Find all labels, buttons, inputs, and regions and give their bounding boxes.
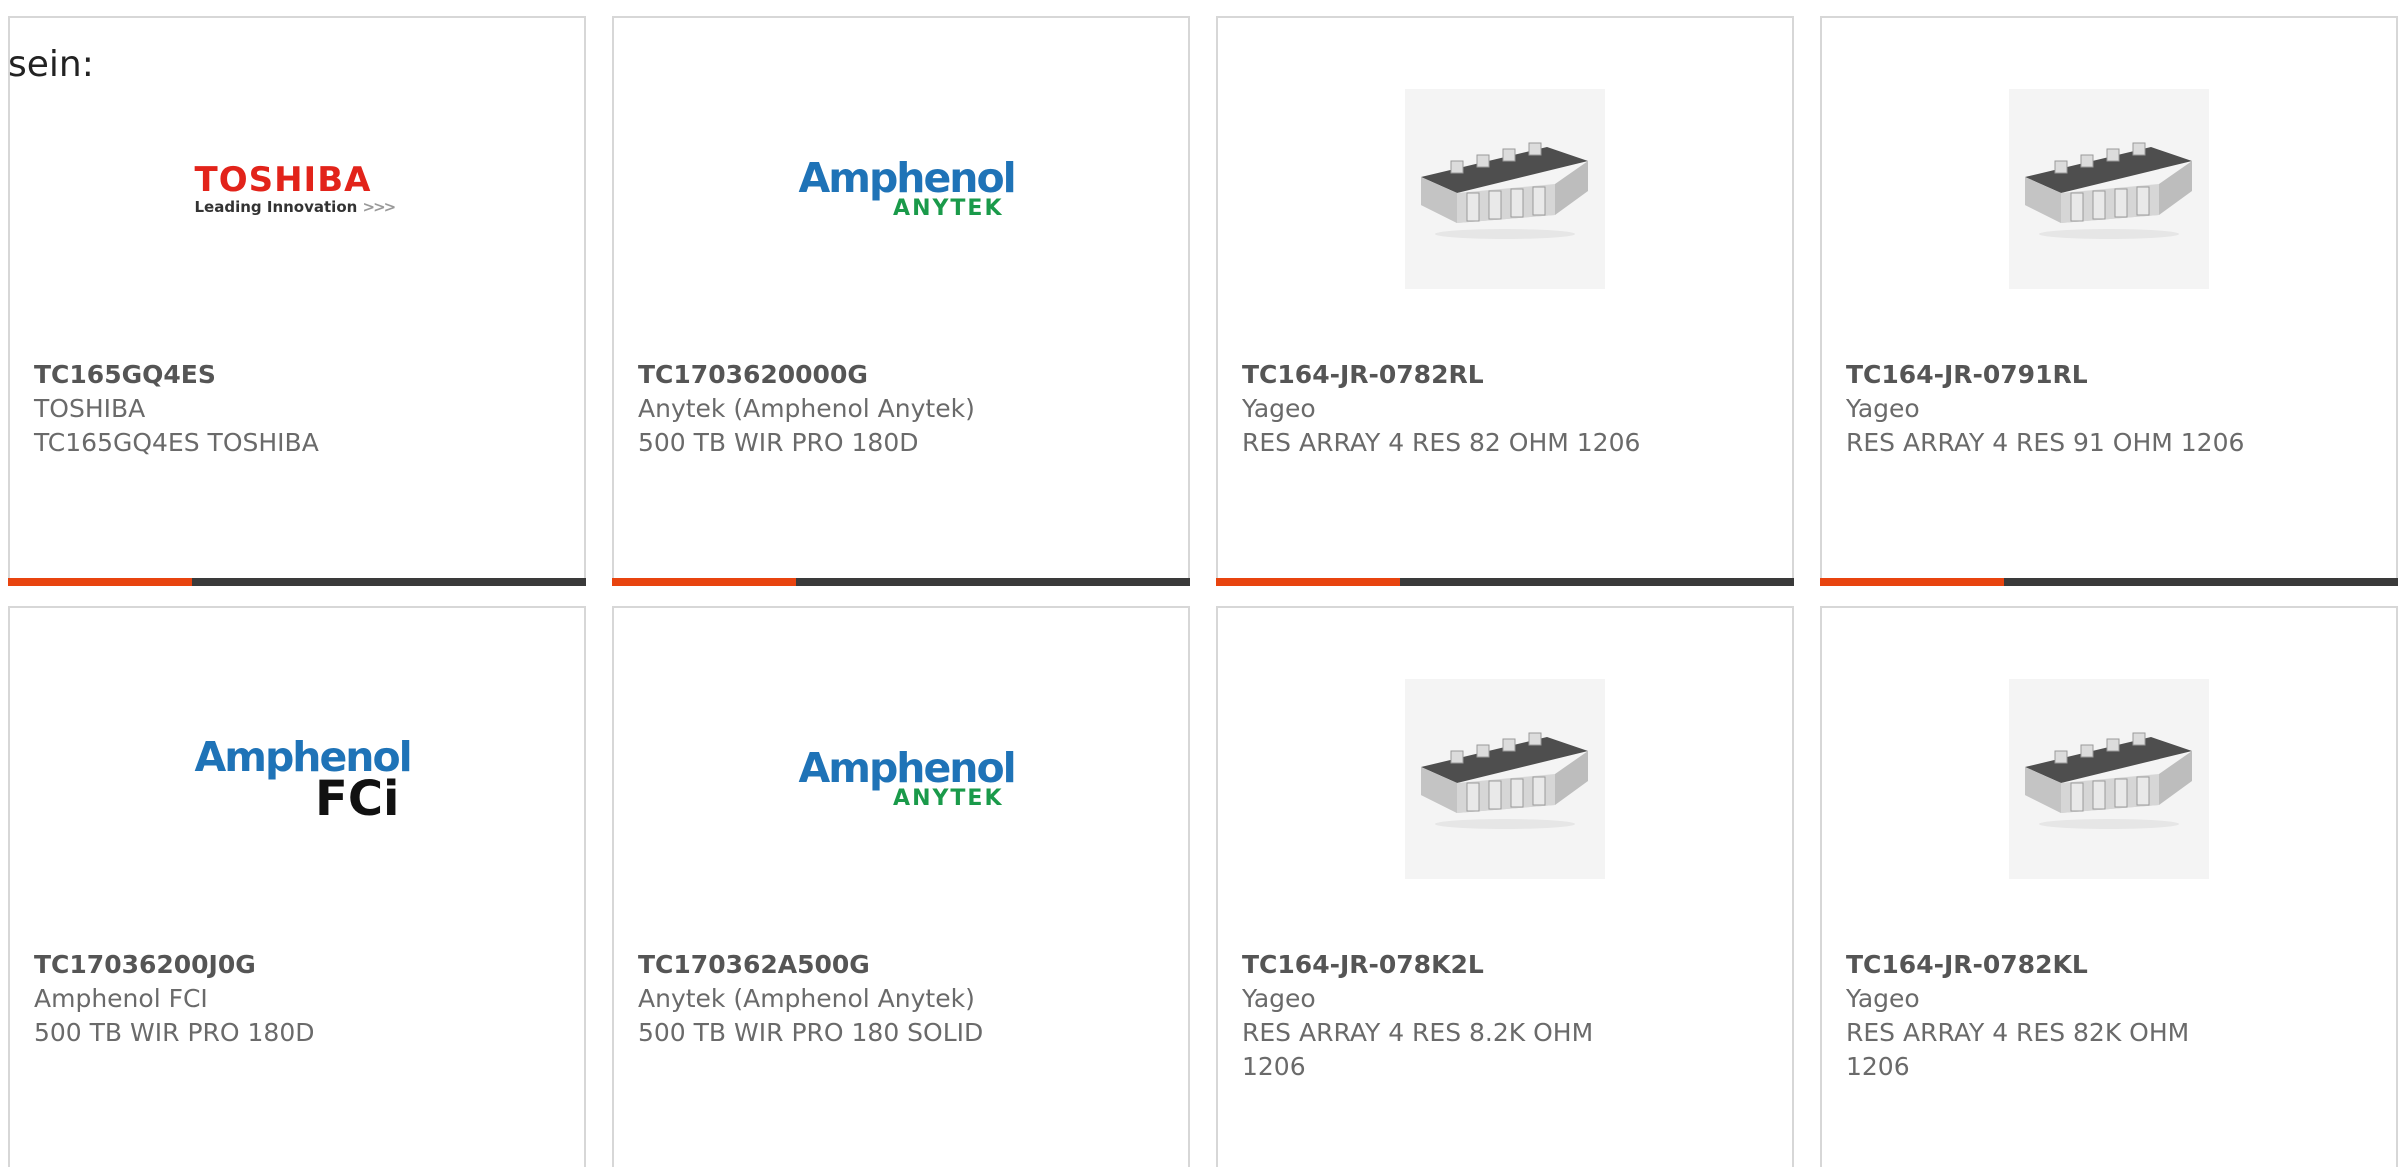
- product-image: [1218, 676, 1792, 882]
- product-card[interactable]: TC164-JR-078K2L Yageo RES ARRAY 4 RES 8.…: [1216, 606, 1794, 1167]
- product-description: RES ARRAY 4 RES 91 OHM 1206: [1846, 428, 2245, 457]
- product-image: [1822, 676, 2396, 882]
- product-description: TC165GQ4ES TOSHIBA: [34, 428, 319, 457]
- card-accent-bar: [1216, 578, 1400, 586]
- part-number[interactable]: TC164-JR-0791RL: [1846, 358, 2372, 392]
- product-description: 500 TB WIR PRO 180D: [638, 428, 919, 457]
- card-bottom-bar: [612, 578, 1190, 586]
- manufacturer-name: Amphenol FCI: [34, 984, 208, 1013]
- search-results-page: sein: TOSHIBA Leading Innovation >>> TC1…: [0, 0, 2400, 1167]
- part-number[interactable]: TC1703620000G: [638, 358, 1164, 392]
- card-bottom-bar: [8, 578, 586, 586]
- manufacturer-name: Yageo: [1846, 984, 1920, 1013]
- resistor-array-icon: [2009, 679, 2209, 879]
- product-info: TC17036200J0G Amphenol FCI 500 TB WIR PR…: [34, 948, 560, 1050]
- product-info: TC164-JR-078K2L Yageo RES ARRAY 4 RES 8.…: [1242, 948, 1768, 1084]
- toshiba-logo-icon: TOSHIBA Leading Innovation >>>: [195, 162, 400, 216]
- manufacturer-logo: Amphenol FCi: [10, 676, 584, 882]
- intro-text: sein:: [8, 44, 94, 85]
- product-card[interactable]: Amphenol ANYTEK TC1703620000G Anytek (Am…: [612, 16, 1190, 586]
- logo-tagline-text: Leading Innovation: [194, 198, 358, 216]
- card-accent-bar: [612, 578, 796, 586]
- part-number[interactable]: TC170362A500G: [638, 948, 1164, 982]
- amphenol-anytek-logo-icon: Amphenol ANYTEK: [798, 154, 1017, 220]
- logo-brand-text: TOSHIBA: [194, 160, 372, 200]
- card-bottom-bar: [1216, 578, 1794, 586]
- card-accent-bar: [1820, 578, 2004, 586]
- logo-brand-text: Amphenol: [798, 154, 1017, 202]
- product-image: [1822, 86, 2396, 292]
- product-image: [1218, 86, 1792, 292]
- product-card[interactable]: Amphenol FCi TC17036200J0G Amphenol FCI …: [8, 606, 586, 1167]
- manufacturer-name: Anytek (Amphenol Anytek): [638, 984, 975, 1013]
- manufacturer-name: Yageo: [1846, 394, 1920, 423]
- product-description: RES ARRAY 4 RES 8.2K OHM 1206: [1242, 1018, 1594, 1081]
- product-description: 500 TB WIR PRO 180D: [34, 1018, 315, 1047]
- manufacturer-name: Yageo: [1242, 394, 1316, 423]
- product-description: 500 TB WIR PRO 180 SOLID: [638, 1018, 984, 1047]
- logo-tagline: Leading Innovation >>>: [195, 198, 400, 216]
- product-info: TC164-JR-0791RL Yageo RES ARRAY 4 RES 91…: [1846, 358, 2372, 460]
- manufacturer-name: TOSHIBA: [34, 394, 146, 423]
- product-card[interactable]: TC164-JR-0782RL Yageo RES ARRAY 4 RES 82…: [1216, 16, 1794, 586]
- part-number[interactable]: TC164-JR-078K2L: [1242, 948, 1768, 982]
- part-number[interactable]: TC164-JR-0782RL: [1242, 358, 1768, 392]
- manufacturer-name: Anytek (Amphenol Anytek): [638, 394, 975, 423]
- manufacturer-logo: TOSHIBA Leading Innovation >>>: [10, 86, 584, 292]
- product-card[interactable]: Amphenol ANYTEK TC170362A500G Anytek (Am…: [612, 606, 1190, 1167]
- product-info: TC170362A500G Anytek (Amphenol Anytek) 5…: [638, 948, 1164, 1050]
- part-number[interactable]: TC164-JR-0782KL: [1846, 948, 2372, 982]
- part-number[interactable]: TC17036200J0G: [34, 948, 560, 982]
- resistor-array-icon: [1405, 679, 1605, 879]
- resistor-array-icon: [2009, 89, 2209, 289]
- product-grid: TOSHIBA Leading Innovation >>> TC165GQ4E…: [8, 16, 2398, 1167]
- manufacturer-logo: Amphenol ANYTEK: [614, 86, 1188, 292]
- card-accent-bar: [8, 578, 192, 586]
- part-number[interactable]: TC165GQ4ES: [34, 358, 560, 392]
- product-info: TC1703620000G Anytek (Amphenol Anytek) 5…: [638, 358, 1164, 460]
- product-card[interactable]: TC164-JR-0782KL Yageo RES ARRAY 4 RES 82…: [1820, 606, 2398, 1167]
- amphenol-fci-logo-icon: Amphenol FCi: [195, 737, 413, 827]
- resistor-array-icon: [1405, 89, 1605, 289]
- logo-brand-text: Amphenol: [798, 744, 1017, 792]
- card-bottom-bar: [1820, 578, 2398, 586]
- product-info: TC164-JR-0782RL Yageo RES ARRAY 4 RES 82…: [1242, 358, 1768, 460]
- product-info: TC165GQ4ES TOSHIBA TC165GQ4ES TOSHIBA: [34, 358, 560, 460]
- chevron-right-icon: >>>: [362, 198, 397, 216]
- manufacturer-logo: Amphenol ANYTEK: [614, 676, 1188, 882]
- product-description: RES ARRAY 4 RES 82 OHM 1206: [1242, 428, 1641, 457]
- product-info: TC164-JR-0782KL Yageo RES ARRAY 4 RES 82…: [1846, 948, 2372, 1084]
- logo-sub-text: FCi: [315, 771, 400, 827]
- product-description: RES ARRAY 4 RES 82K OHM 1206: [1846, 1018, 2190, 1081]
- manufacturer-name: Yageo: [1242, 984, 1316, 1013]
- product-card[interactable]: TC164-JR-0791RL Yageo RES ARRAY 4 RES 91…: [1820, 16, 2398, 586]
- product-card[interactable]: TOSHIBA Leading Innovation >>> TC165GQ4E…: [8, 16, 586, 586]
- amphenol-anytek-logo-icon: Amphenol ANYTEK: [798, 744, 1017, 810]
